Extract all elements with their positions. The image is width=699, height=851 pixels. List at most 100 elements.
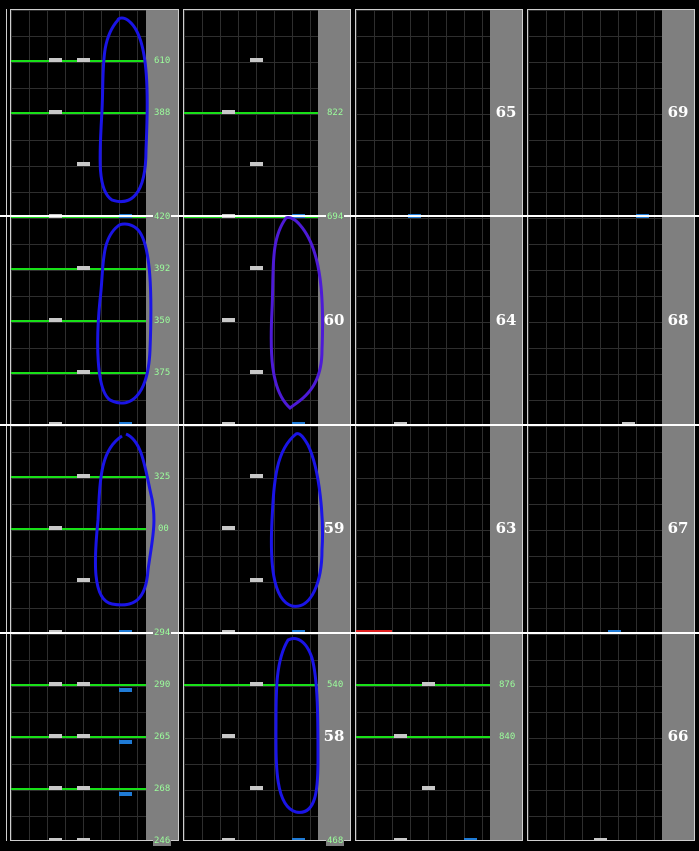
grid-line bbox=[528, 530, 662, 531]
grid-line bbox=[528, 400, 662, 401]
level-marker bbox=[250, 58, 263, 62]
grid-line bbox=[356, 270, 490, 271]
grid-line bbox=[11, 790, 146, 791]
level-marker bbox=[394, 734, 407, 738]
level-value: 265 bbox=[153, 732, 172, 742]
level-marker bbox=[49, 838, 62, 840]
grid-line bbox=[184, 712, 318, 713]
grid-line bbox=[11, 244, 146, 245]
grid-line bbox=[184, 686, 318, 687]
level-line bbox=[11, 840, 146, 841]
grid-line bbox=[528, 660, 662, 661]
screenshot-stage: 60 59 58 65 64 63 69 68 67 66 610 388 42… bbox=[0, 0, 699, 851]
grid-line bbox=[184, 88, 318, 89]
grid-line bbox=[356, 426, 490, 427]
grid-line bbox=[356, 166, 490, 167]
level-marker bbox=[222, 110, 235, 114]
level-value: 00 bbox=[157, 524, 170, 534]
level-value: 350 bbox=[153, 316, 172, 326]
grid-line bbox=[528, 322, 662, 323]
level-value: 840 bbox=[498, 732, 517, 742]
grid-line bbox=[528, 244, 662, 245]
grid-line bbox=[11, 738, 146, 739]
grid-line bbox=[184, 348, 318, 349]
grid-line bbox=[356, 348, 490, 349]
grid-line bbox=[11, 686, 146, 687]
grid-line bbox=[11, 322, 146, 323]
grid-line bbox=[184, 530, 318, 531]
grid-line bbox=[184, 140, 318, 141]
grid-line bbox=[528, 790, 662, 791]
grid-line bbox=[528, 712, 662, 713]
level-value: 694 bbox=[326, 212, 345, 222]
grid-line bbox=[11, 10, 146, 11]
level-value: 388 bbox=[153, 108, 172, 118]
grid-line bbox=[356, 686, 490, 687]
grid-line bbox=[528, 816, 662, 817]
level-line bbox=[11, 112, 146, 114]
level-marker bbox=[422, 682, 435, 686]
grid-line bbox=[184, 504, 318, 505]
cell-number: 59 bbox=[323, 519, 345, 537]
level-value: 468 bbox=[326, 836, 345, 846]
grid-line bbox=[356, 218, 490, 219]
grid-line bbox=[356, 192, 490, 193]
grid-line bbox=[11, 478, 146, 479]
grid-line bbox=[11, 218, 146, 219]
level-marker bbox=[222, 734, 235, 738]
grid-line bbox=[356, 634, 490, 635]
grid-line bbox=[528, 62, 662, 63]
level-marker bbox=[250, 474, 263, 478]
cell-number: 58 bbox=[323, 727, 345, 745]
level-marker bbox=[250, 162, 263, 166]
cell-number: 66 bbox=[667, 727, 689, 745]
grid-line bbox=[356, 582, 490, 583]
grid-line bbox=[184, 816, 318, 817]
grid-line bbox=[356, 88, 490, 89]
level-marker bbox=[77, 734, 90, 738]
grid-line bbox=[528, 218, 662, 219]
level-line bbox=[184, 112, 318, 114]
grid-line bbox=[184, 634, 318, 635]
grid-line bbox=[356, 504, 490, 505]
cell-number: 65 bbox=[495, 103, 517, 121]
level-value: 246 bbox=[153, 836, 172, 846]
level-value: 268 bbox=[153, 784, 172, 794]
grid-line bbox=[184, 478, 318, 479]
level-marker bbox=[49, 58, 62, 62]
grid-line bbox=[184, 10, 318, 11]
level-marker bbox=[222, 318, 235, 322]
grid-line bbox=[11, 712, 146, 713]
grid-line bbox=[11, 36, 146, 37]
grid-line bbox=[356, 660, 490, 661]
level-line bbox=[11, 320, 146, 322]
level-value: 876 bbox=[498, 680, 517, 690]
grid-line bbox=[356, 790, 490, 791]
grid-line bbox=[528, 478, 662, 479]
grid-line bbox=[11, 192, 146, 193]
grid-line bbox=[528, 192, 662, 193]
row-separator bbox=[0, 424, 699, 426]
level-value: 290 bbox=[153, 680, 172, 690]
position-marker bbox=[119, 740, 132, 744]
grid-line bbox=[356, 374, 490, 375]
grid-line bbox=[528, 114, 662, 115]
level-marker bbox=[77, 162, 90, 166]
level-marker bbox=[49, 786, 62, 790]
level-marker bbox=[49, 318, 62, 322]
grid-line bbox=[528, 296, 662, 297]
grid-line bbox=[11, 764, 146, 765]
grid-line bbox=[11, 348, 146, 349]
grid-line bbox=[528, 582, 662, 583]
grid-line bbox=[184, 452, 318, 453]
grid-line bbox=[11, 556, 146, 557]
grid-line bbox=[184, 660, 318, 661]
grid-line bbox=[356, 296, 490, 297]
grid-line bbox=[356, 712, 490, 713]
grid-line bbox=[528, 374, 662, 375]
grid-line bbox=[528, 452, 662, 453]
level-value: 375 bbox=[153, 368, 172, 378]
level-marker bbox=[77, 786, 90, 790]
grid-line bbox=[356, 608, 490, 609]
grid-line bbox=[356, 452, 490, 453]
